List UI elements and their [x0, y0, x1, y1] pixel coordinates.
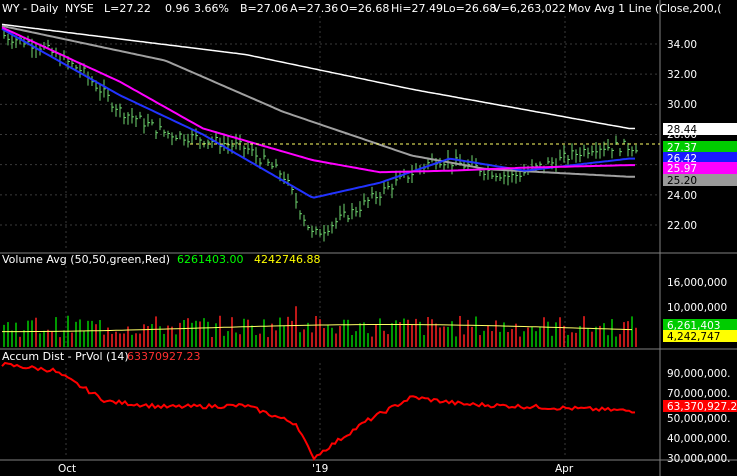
volume-avg-value: 6261403.00 [177, 253, 243, 266]
accum-axis-tag: 63,370,927.23 [663, 400, 737, 413]
change-value: 0.96 [165, 2, 190, 15]
volume-tag: 4,242,747 [663, 330, 737, 343]
ma-white-line [1, 23, 635, 130]
accum-tick: 70,000,000. [667, 388, 730, 400]
accum-tag: 63,370,927.23 [663, 400, 737, 413]
low-price: Lo=26.68 [443, 2, 496, 15]
price-tag: 28.44 [663, 123, 737, 136]
volume-axis-tags: 6,261,4034,242,747 [663, 319, 737, 343]
open-price: O=26.68 [340, 2, 389, 15]
price-tick: 22.00 [667, 220, 697, 232]
price-tick: 24.00 [667, 190, 697, 202]
change-percent: 3.66% [194, 2, 229, 15]
x-axis: Oct '19 Apr [58, 463, 574, 475]
price-axis-tags: 28.4427.3726.4225.9725.20 [663, 123, 737, 187]
high-price: Hi=27.49 [391, 2, 443, 15]
accum-dist-path [1, 361, 636, 461]
last-price: L=27.22 [104, 2, 151, 15]
price-tick: 34.00 [667, 39, 697, 51]
price-tick: 30.00 [667, 99, 697, 111]
volume-value: V=6,263,022 [493, 2, 566, 15]
volume-avg-value-2: 4242746.88 [254, 253, 320, 266]
volume-axis: 16,000,000 10,000,000 [667, 277, 727, 314]
ask-price: A=27.36 [290, 2, 338, 15]
price-tag: 25.97 [663, 162, 737, 175]
ma-gray-line [1, 24, 635, 178]
x-label-apr: Apr [555, 463, 574, 475]
accum-value: 63370927.23 [127, 350, 200, 363]
bid-price: B=27.06 [240, 2, 288, 15]
ticker-label: WY - Daily [2, 2, 59, 15]
x-label-oct: Oct [58, 463, 76, 475]
accum-tag-text: 63,370,927.23 [667, 401, 737, 413]
volume-panel-title: Volume Avg (50,50,green,Red) [2, 253, 170, 266]
accum-tick: 30,000,000. [667, 453, 730, 465]
price-tick: 32.00 [667, 69, 697, 81]
exchange-label: NYSE [65, 2, 94, 15]
grid-lines [0, 16, 660, 458]
price-tag-text: 25.20 [667, 175, 697, 187]
study-label: Mov Avg 1 Line (Close,200,( [568, 2, 722, 15]
stock-chart: WY - Daily NYSE L=27.22 0.96 3.66% B=27.… [0, 0, 737, 476]
price-tag-text: 28.44 [667, 124, 697, 136]
chart-frame [0, 0, 737, 476]
volume-tag-text: 4,242,747 [667, 331, 720, 343]
accum-axis: 90,000,000. 70,000,000. 50,000,000. 40,0… [667, 368, 730, 465]
volume-tick: 10,000,000 [667, 302, 727, 314]
volume-tick: 16,000,000 [667, 277, 727, 289]
price-bars [3, 29, 638, 242]
accum-panel-title: Accum Dist - PrVol (14) [2, 350, 129, 363]
accum-dist-line [1, 361, 636, 461]
accum-tick: 90,000,000. [667, 368, 730, 380]
price-tag-text: 25.97 [667, 163, 697, 175]
price-tag: 25.20 [663, 174, 737, 187]
accum-tick: 50,000,000. [667, 413, 730, 425]
moving-average-lines [1, 23, 660, 199]
x-label-2019: '19 [312, 463, 328, 475]
ma-magenta-line [1, 26, 635, 174]
accum-tick: 40,000,000. [667, 433, 730, 445]
